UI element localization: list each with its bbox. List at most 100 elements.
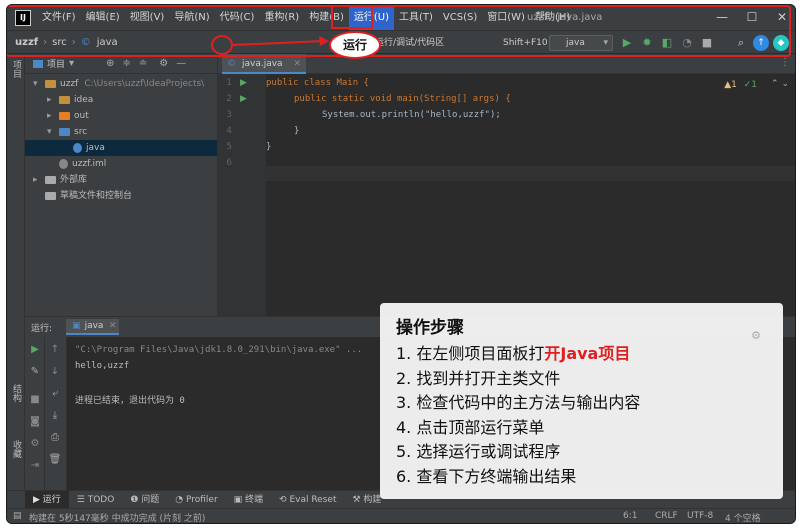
step-text: 3. 检查代码中的主方法与输出内容 <box>396 393 641 412</box>
line-ending[interactable]: CRLF <box>655 511 678 521</box>
step-text: 5. 选择运行或调试程序 <box>396 442 561 461</box>
tree-item[interactable]: 草稿文件和控制台 <box>25 188 217 204</box>
line-number: 3 <box>226 110 232 120</box>
bottom-tab-5[interactable]: ⟲ Eval Reset <box>271 491 344 509</box>
tree-item[interactable]: ▸ idea <box>25 92 217 108</box>
java-class-icon: © <box>227 59 236 69</box>
project-panel-header: 项目 ▾ ⊕ ≑ ≐ ⚙ — <box>25 54 217 74</box>
annotation-arrow-icon <box>232 36 329 46</box>
bottom-tab-3[interactable]: ◔ Profiler <box>167 491 225 509</box>
gutter-run-icon[interactable]: ▶ <box>240 78 247 88</box>
run-toolbar-primary: ▶ ✎ ■ ◙ ⚙ ⇥ <box>25 337 45 491</box>
warning-count: 1 <box>731 80 737 90</box>
tree-item[interactable]: ▾ src <box>25 124 217 140</box>
locate-icon[interactable]: ⊕ <box>106 58 114 69</box>
rerun-icon[interactable]: ▶ <box>28 343 42 357</box>
step-text: 4. 点击顶部运行菜单 <box>396 417 545 437</box>
settings-icon[interactable]: ⚙ <box>28 437 42 451</box>
step-item: 2. 找到并打开主类文件 <box>396 367 767 392</box>
tree-item-path: C:\Users\uzzf\IdeaProjects\ <box>84 79 205 89</box>
up-arrow-icon[interactable]: ↑ <box>48 343 62 357</box>
soft-wrap-icon[interactable]: ⤶ <box>48 387 62 401</box>
tree-item[interactable]: ▾ uzzf C:\Users\uzzf\IdeaProjects\ <box>25 76 217 92</box>
run-toolbar-secondary: ↑ ↓ ⤶ ⤓ ⎙ 🗑 <box>45 337 67 491</box>
run-tab[interactable]: ▣ java ✕ <box>66 319 120 335</box>
folder-icon <box>45 191 56 200</box>
tree-item[interactable]: ▸ out <box>25 108 217 124</box>
code-line: System.out.println("hello,uzzf"); <box>322 110 501 120</box>
build-status-text[interactable]: 构建在 5秒147毫秒 中成功完成 (片刻 之前) <box>29 511 205 523</box>
bottom-tab-4[interactable]: ▣ 终端 <box>226 491 271 509</box>
project-panel-title[interactable]: 项目 <box>47 57 65 70</box>
tree-item[interactable]: java <box>25 140 217 156</box>
ide-window: IJ 文件(F) 编辑(E) 视图(V) 导航(N) 代码(C) 重构(R) 构建(B) 运行… <box>6 4 796 524</box>
toolbar-highlight-annotation <box>7 5 791 57</box>
step-item: 1. 在左侧项目面板打开Java项目 <box>396 342 767 367</box>
tree-item-label: uzzf.iml <box>72 159 107 169</box>
run-tab-label: java <box>84 321 104 331</box>
favorites-tool-tab[interactable]: 收藏 <box>10 440 23 458</box>
stop-icon[interactable]: ■ <box>28 393 42 407</box>
indent-setting[interactable]: 4 个空格 <box>725 511 761 523</box>
folder-icon <box>45 175 56 184</box>
bottom-tab-1[interactable]: ☰ TODO <box>69 491 123 509</box>
java-class-icon: ▣ <box>72 321 81 331</box>
nav-arrows-icon[interactable]: ⌃ ⌄ <box>771 79 789 89</box>
run-callout-label: 运行 <box>329 31 381 59</box>
gutter-run-icon[interactable]: ▶ <box>240 94 247 104</box>
project-panel: 项目 ▾ ⊕ ≑ ≐ ⚙ — ▾ uzzf C:\Users\uzzf\IdeaPr… <box>25 54 217 316</box>
step-item: 6. 查看下方终端输出结果 <box>396 465 767 490</box>
steps-title: 操作步骤 <box>396 318 464 338</box>
steps-list: 1. 在左侧项目面板打开Java项目 2. 找到并打开主类文件 3. 检查代码中的主… <box>396 342 767 489</box>
trash-icon[interactable]: 🗑 <box>48 453 62 467</box>
collapse-all-icon[interactable]: ≐ <box>139 58 147 69</box>
console-output-line: hello,uzzf <box>75 361 130 371</box>
editor-tab-label: java.java <box>242 59 283 69</box>
exit-icon[interactable]: ⇥ <box>28 459 42 473</box>
console-exit-line: 进程已结束，退出代码为 0 <box>75 396 185 406</box>
tree-item[interactable]: ▸ 外部库 <box>25 172 217 188</box>
project-view-icon <box>33 59 43 68</box>
tree-item-label: idea <box>74 95 94 105</box>
tree-item-label: 外部库 <box>60 175 88 185</box>
wrench-icon[interactable]: ✎ <box>28 365 42 379</box>
chevron-down-icon[interactable]: ▾ <box>69 58 74 69</box>
close-tab-icon[interactable]: ✕ <box>293 54 301 74</box>
editor-gutter: 1 2 3 4 5 6 ▶ ▶ <box>218 74 266 316</box>
close-tab-icon[interactable]: ✕ <box>109 321 117 331</box>
status-bar: ▤ 构建在 5秒147毫秒 中成功完成 (片刻 之前) 6:1 CRLF UTF… <box>7 508 795 523</box>
scroll-to-end-icon[interactable]: ⤓ <box>48 409 62 423</box>
bottom-tab-0[interactable]: ▶ 运行 <box>25 490 69 509</box>
bottom-tab-2[interactable]: ❶ 问题 <box>122 491 167 509</box>
line-number: 1 <box>226 78 232 88</box>
line-number: 2 <box>226 94 232 104</box>
file-encoding[interactable]: UTF-8 <box>687 511 713 521</box>
down-arrow-icon[interactable]: ↓ <box>48 365 62 379</box>
gear-icon[interactable]: ⚙ <box>159 58 168 69</box>
folder-icon <box>59 111 70 120</box>
structure-tool-tab[interactable]: 结构 <box>10 384 23 402</box>
step-text: 2. 找到并打开主类文件 <box>396 368 561 388</box>
chevron-right-icon[interactable]: ▸ <box>33 172 45 188</box>
chevron-right-icon[interactable]: ▸ <box>47 92 59 108</box>
chevron-right-icon[interactable]: ▸ <box>47 108 59 124</box>
code-line: public static void main(String[] args) { <box>294 94 511 104</box>
folder-icon <box>59 95 70 104</box>
chevron-down-icon[interactable]: ▾ <box>33 76 45 92</box>
step-item: 5. 选择运行或调试程序 <box>396 440 767 465</box>
caret-position[interactable]: 6:1 <box>623 511 637 521</box>
camera-icon[interactable]: ◙ <box>28 415 42 429</box>
print-icon[interactable]: ⎙ <box>48 431 62 445</box>
file-icon <box>59 158 68 169</box>
editor-menu-icon[interactable]: ⋮ <box>780 57 790 68</box>
expand-all-icon[interactable]: ≑ <box>122 58 130 69</box>
left-tool-stripe: 项目 结构 收藏 <box>7 54 25 490</box>
inspection-warnings[interactable]: ▲1 ✓1 <box>724 80 757 90</box>
project-tool-tab[interactable]: 项目 <box>10 60 23 78</box>
editor-tab-java[interactable]: © java.java ✕ <box>222 54 306 74</box>
step-item: 3. 检查代码中的主方法与输出内容 <box>396 391 767 416</box>
hide-icon[interactable]: — <box>176 58 186 69</box>
tree-item[interactable]: uzzf.iml <box>25 156 217 172</box>
folder-icon <box>45 79 56 88</box>
chevron-down-icon[interactable]: ▾ <box>47 124 59 140</box>
